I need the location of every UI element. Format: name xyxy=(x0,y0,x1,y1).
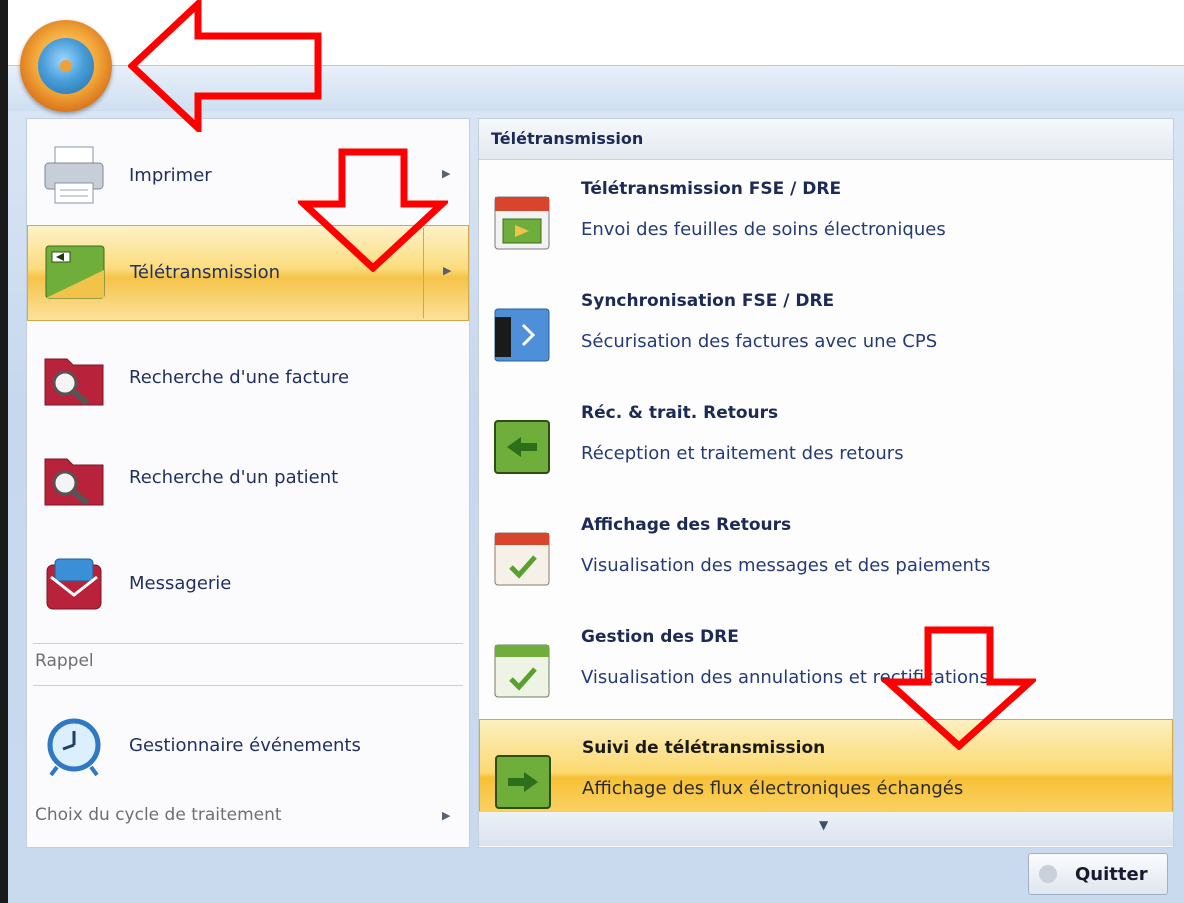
menu-item-label: Recherche d'une facture xyxy=(129,367,350,388)
teletransmission-submenu: Télétransmission Télétransmission FSE / … xyxy=(478,118,1174,848)
submenu-item-teletransmission-fse[interactable]: Télétransmission FSE / DRE Envoi des feu… xyxy=(479,161,1173,273)
section-label-rappel: Rappel xyxy=(35,651,94,671)
menu-item-choix-cycle[interactable]: Choix du cycle de traitement ▶ xyxy=(27,789,469,845)
application-menu-orb[interactable] xyxy=(20,20,112,112)
section-divider xyxy=(33,685,463,686)
submenu-scroll-down[interactable]: ▼ xyxy=(479,811,1173,846)
search-invoice-icon xyxy=(41,345,107,411)
submenu-item-reception-retours[interactable]: Réc. & trait. Retours Réception et trait… xyxy=(479,385,1173,497)
submenu-title: Télétransmission xyxy=(491,129,644,148)
menu-item-label: Télétransmission xyxy=(130,262,281,283)
menu-item-label: Imprimer xyxy=(129,165,212,186)
submenu-item-description: Affichage des flux électroniques échangé… xyxy=(582,778,964,799)
submenu-item-description: Visualisation des messages et des paieme… xyxy=(581,555,991,576)
submenu-item-title: Suivi de télétransmission xyxy=(582,738,826,758)
submenu-item-title: Affichage des Retours xyxy=(581,515,792,535)
submenu-item-title: Synchronisation FSE / DRE xyxy=(581,291,835,311)
annotation-arrow-left-icon xyxy=(128,0,328,132)
orb-globe-icon xyxy=(38,38,94,94)
sync-icon xyxy=(493,307,551,363)
exit-icon xyxy=(1039,865,1057,883)
submenu-item-affichage-retours[interactable]: Affichage des Retours Visualisation des … xyxy=(479,497,1173,609)
submenu-item-title: Réc. & trait. Retours xyxy=(581,403,779,423)
submenu-item-description: Sécurisation des factures avec une CPS xyxy=(581,331,938,352)
printer-icon xyxy=(41,143,107,209)
quit-button-label: Quitter xyxy=(1075,864,1148,885)
alarm-clock-icon xyxy=(41,713,107,779)
menu-item-gestionnaire-evenements[interactable]: Gestionnaire événements xyxy=(27,699,469,795)
display-returns-icon xyxy=(493,531,551,587)
submenu-header: Télétransmission xyxy=(479,119,1173,160)
menu-item-label: Recherche d'un patient xyxy=(129,467,339,488)
annotation-arrow-down-icon xyxy=(882,626,1036,750)
submenu-item-synchronisation[interactable]: Synchronisation FSE / DRE Sécurisation d… xyxy=(479,273,1173,385)
search-patient-icon xyxy=(41,445,107,511)
section-divider xyxy=(33,643,463,644)
chevron-down-icon: ▼ xyxy=(819,818,829,832)
submenu-item-description: Envoi des feuilles de soins électronique… xyxy=(581,219,946,240)
manage-dre-icon xyxy=(493,643,551,699)
annotation-arrow-down-icon xyxy=(298,148,448,272)
menu-item-recherche-patient[interactable]: Recherche d'un patient xyxy=(27,431,469,527)
submenu-arrow-icon: ▶ xyxy=(442,809,451,822)
orb-dot xyxy=(60,60,72,72)
submenu-item-title: Gestion des DRE xyxy=(581,627,739,647)
submenu-item-description: Réception et traitement des retours xyxy=(581,443,904,464)
submenu-item-title: Télétransmission FSE / DRE xyxy=(581,179,842,199)
menu-item-label: Choix du cycle de traitement xyxy=(35,805,282,825)
send-fse-icon xyxy=(493,195,551,251)
messaging-icon xyxy=(41,551,107,617)
receive-icon xyxy=(493,419,551,475)
menu-item-messagerie[interactable]: Messagerie xyxy=(27,537,469,633)
submenu-item-gestion-dre[interactable]: Gestion des DRE Visualisation des annula… xyxy=(479,609,1173,721)
menu-item-recherche-facture[interactable]: Recherche d'une facture xyxy=(27,331,469,427)
menu-item-label: Gestionnaire événements xyxy=(129,735,361,756)
teletransmission-icon xyxy=(42,240,108,306)
quit-button[interactable]: Quitter xyxy=(1028,853,1168,895)
window-edge xyxy=(0,0,8,903)
menu-item-label: Messagerie xyxy=(129,573,232,594)
tracking-icon xyxy=(494,754,552,810)
